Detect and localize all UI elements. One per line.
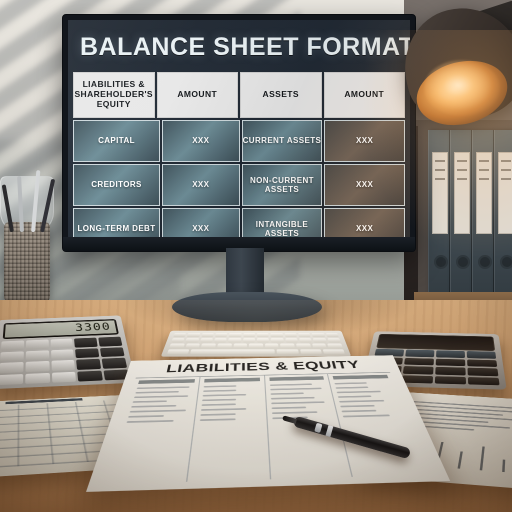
binder-label-4 [498, 152, 512, 234]
calculator-left[interactable]: 3300 [0, 315, 136, 390]
cell-liability-capital: CAPITAL [73, 120, 161, 162]
cell-amount-current-assets: XXX [324, 120, 406, 162]
calculator-left-display-frame: 3300 [2, 318, 119, 340]
binder-ring-hole-2 [456, 255, 470, 269]
keyboard-row [167, 349, 345, 354]
pen-clip [314, 422, 323, 434]
balance-sheet-table: LIABILITIES & SHAREHOLDER'S EQUITY AMOUN… [73, 72, 406, 237]
computer-monitor: BALANCE SHEET FORMAT LIABILITIES & SHARE… [62, 14, 416, 252]
keyboard-row [171, 338, 341, 343]
binder-ring-hole-3 [478, 255, 492, 269]
slide-title: BALANCE SHEET FORMAT [80, 32, 410, 61]
cell-liability-creditors: CREDITORS [73, 164, 161, 206]
cell-amount-non-current-assets: XXX [324, 164, 406, 206]
column-header-assets: ASSETS [240, 72, 322, 118]
column-header-liabilities: LIABILITIES & SHAREHOLDER'S EQUITY [73, 72, 155, 118]
binder-ring-hole-4 [500, 255, 512, 269]
cell-amount-intangible-assets: XXX [324, 208, 406, 237]
table-row: CREDITORS XXX NON-CURRENT ASSETS XXX [73, 164, 406, 206]
cell-amount-capital: XXX [162, 120, 240, 162]
cell-asset-intangible: INTANGIBLE ASSETS [241, 208, 323, 237]
pen-band [325, 425, 334, 437]
paper-table [102, 371, 434, 485]
keyboard-keys [167, 332, 345, 354]
office-desk-scene: BALANCE SHEET FORMAT LIABILITIES & SHARE… [0, 0, 512, 512]
monitor-screen[interactable]: BALANCE SHEET FORMAT LIABILITIES & SHARE… [68, 20, 410, 237]
binder-2 [450, 130, 472, 295]
binder-3 [472, 130, 494, 295]
table-row: LONG-TERM DEBT XXX INTANGIBLE ASSETS XXX [73, 208, 406, 237]
calculator-left-keypad [0, 336, 130, 386]
binder-label-3 [476, 152, 492, 234]
binder-4 [494, 130, 512, 295]
pen-holder-cup [1, 170, 56, 304]
table-row: CAPITAL XXX CURRENT ASSETS XXX [73, 120, 406, 162]
binder-label-2 [454, 152, 470, 234]
paper-liabilities-equity: LIABILITIES & EQUITY [86, 355, 451, 492]
binder-label-1 [432, 152, 448, 234]
column-header-amount-right: AMOUNT [323, 72, 405, 118]
cell-asset-non-current: NON-CURRENT ASSETS [241, 164, 323, 206]
binder-1 [428, 130, 450, 295]
cell-asset-current: CURRENT ASSETS [241, 120, 323, 162]
column-header-amount-left: AMOUNT [156, 72, 238, 118]
binder-ring-hole-1 [434, 255, 448, 269]
keyboard-row [173, 332, 339, 338]
cell-amount-creditors: XXX [162, 164, 240, 206]
keyboard-row [169, 343, 343, 349]
cell-liability-long-term-debt: LONG-TERM DEBT [73, 208, 161, 237]
paper-table-column [186, 375, 271, 482]
keyboard[interactable] [160, 330, 352, 357]
calculator-left-display-value: 3300 [4, 320, 117, 338]
table-header-row: LIABILITIES & SHAREHOLDER'S EQUITY AMOUN… [73, 72, 405, 118]
cell-amount-long-term-debt: XXX [162, 208, 240, 237]
monitor-stand-base [172, 292, 322, 322]
lamp-bulb-glow [424, 60, 500, 116]
